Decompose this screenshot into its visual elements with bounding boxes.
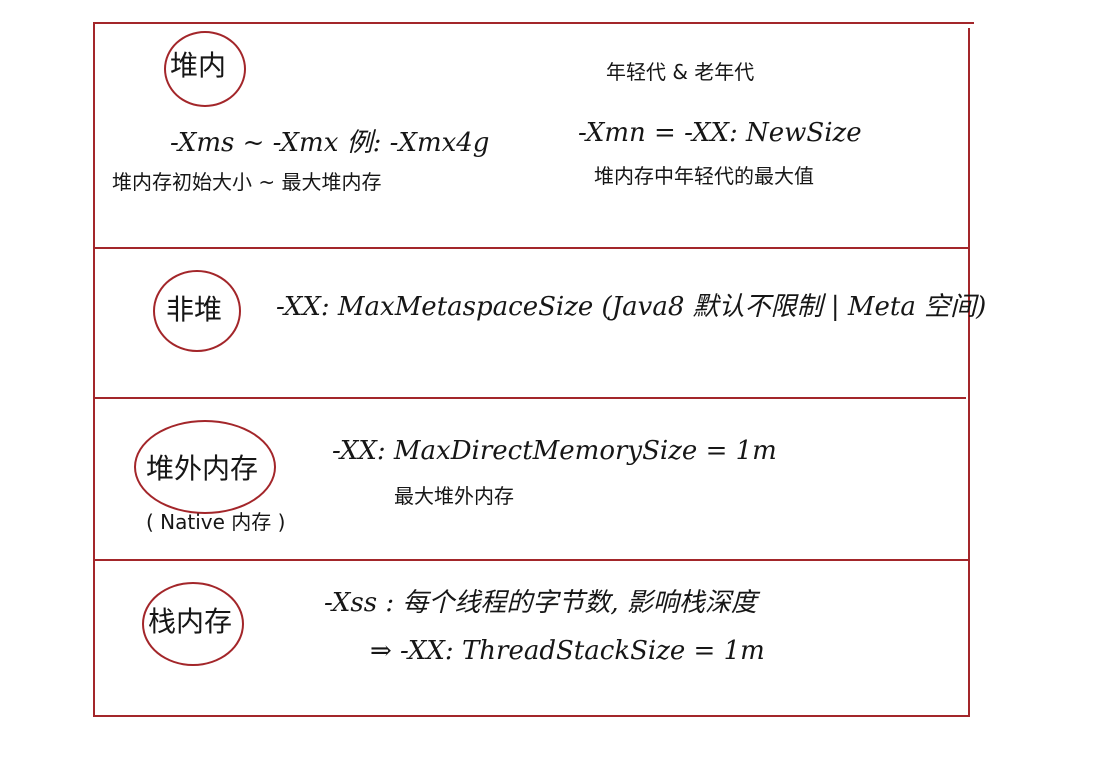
young-gen-flag: -Xmn = -XX: NewSize — [578, 118, 862, 148]
right-border — [968, 28, 970, 717]
metaspace-flag: -XX: MaxMetaspaceSize (Java8 默认不限制 | Met… — [276, 292, 987, 322]
left-border — [93, 22, 95, 717]
xss-flag: -Xss : 每个线程的字节数, 影响栈深度 — [324, 588, 757, 618]
thread-stack-size-flag: ⇒ -XX: ThreadStackSize = 1m — [370, 636, 765, 666]
stack-label: 栈内存 — [148, 605, 233, 638]
top-border — [94, 22, 974, 24]
row-divider-1 — [94, 247, 970, 249]
heap-size-flags: -Xms ~ -Xmx 例: -Xmx4g — [170, 128, 490, 158]
off-heap-label: 堆外内存 — [146, 452, 259, 485]
off-heap-sublabel: ( Native 内存 ) — [146, 510, 286, 534]
heap-label: 堆内 — [170, 49, 227, 82]
heap-size-desc: 堆内存初始大小 ~ 最大堆内存 — [112, 170, 382, 194]
non-heap-label: 非堆 — [166, 293, 223, 326]
row-divider-2 — [94, 397, 966, 399]
bottom-border — [94, 715, 968, 717]
young-gen-desc: 堆内存中年轻代的最大值 — [594, 164, 814, 188]
row-divider-3 — [94, 559, 970, 561]
direct-memory-flag: -XX: MaxDirectMemorySize = 1m — [332, 436, 777, 466]
direct-memory-desc: 最大堆外内存 — [394, 484, 514, 508]
young-old-title: 年轻代 & 老年代 — [606, 60, 755, 84]
